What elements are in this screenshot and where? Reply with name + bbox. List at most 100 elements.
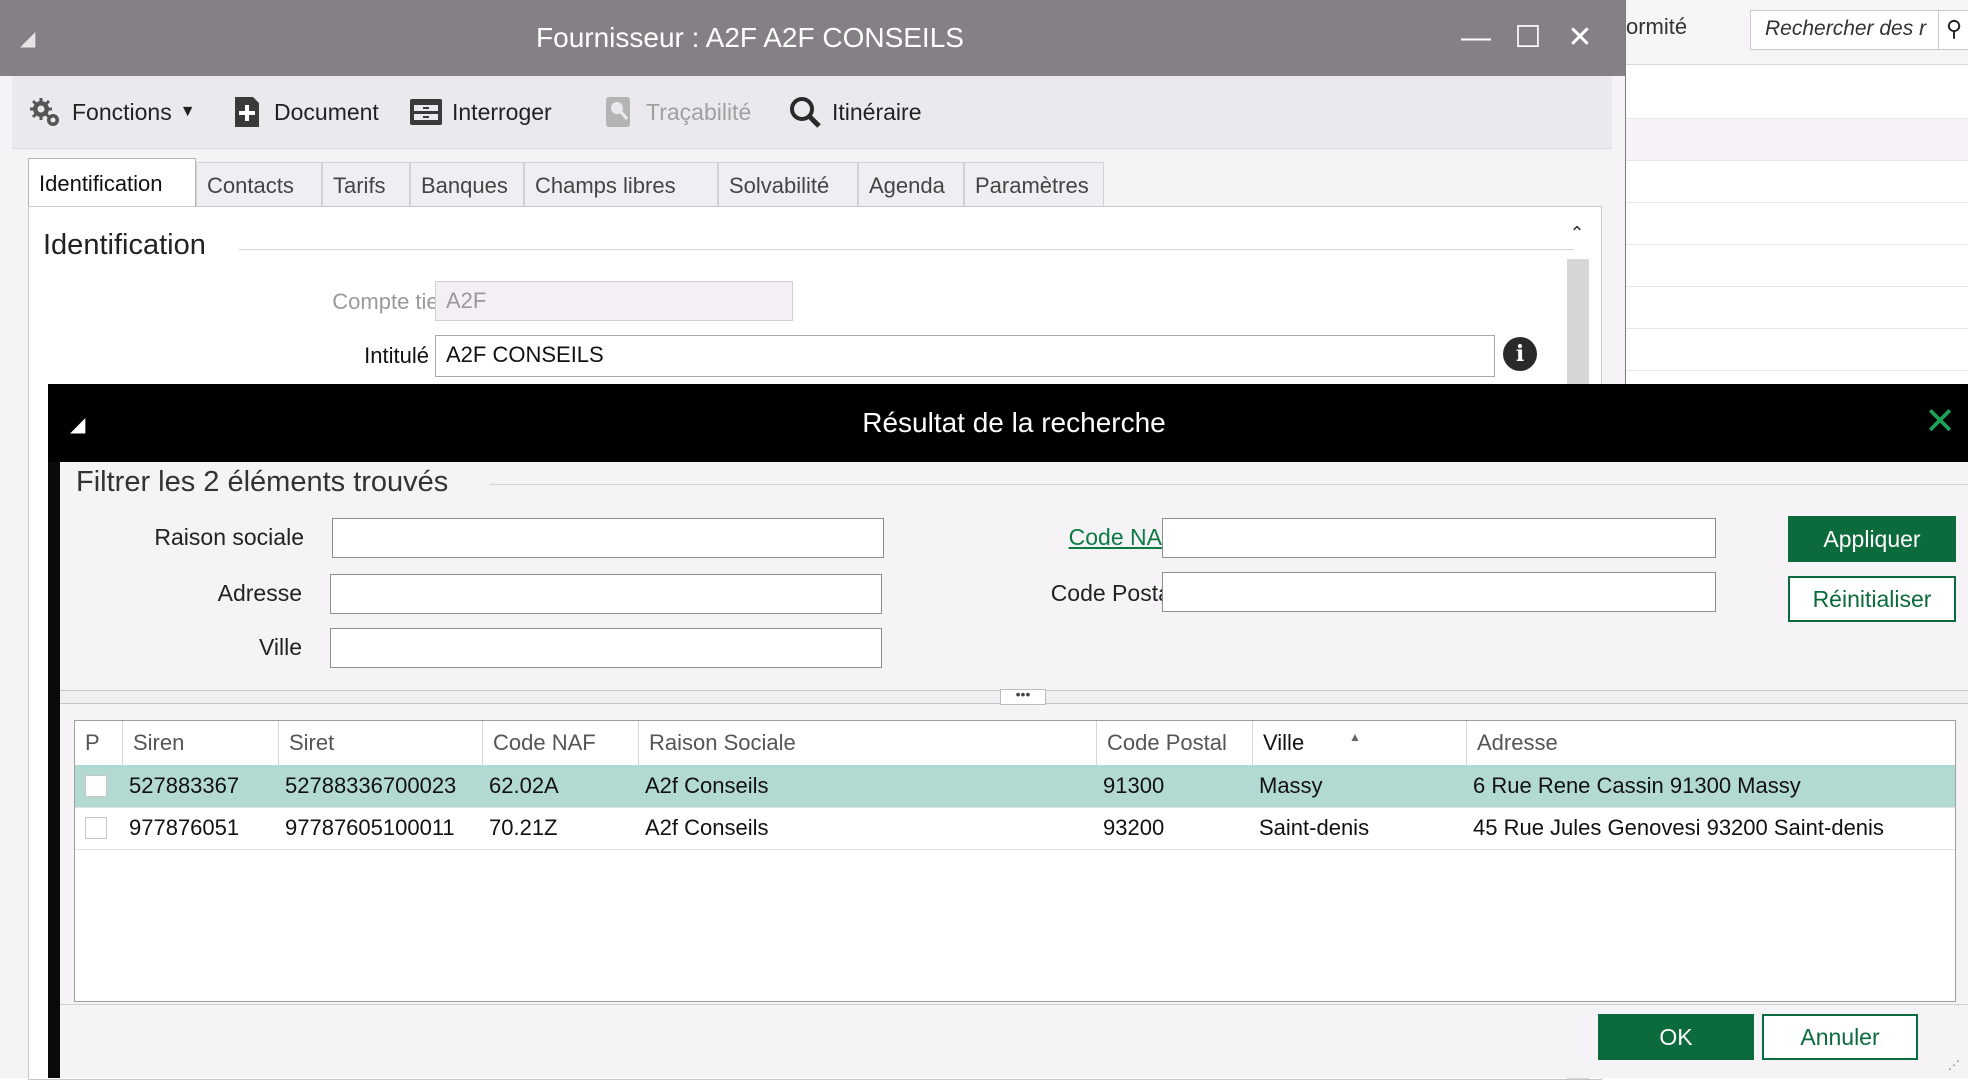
- results-grid: P Siren Siret Code NAF Raison Sociale Co…: [74, 720, 1956, 1002]
- cell-siret: 52788336700023: [285, 773, 457, 798]
- ville-input[interactable]: [330, 628, 882, 668]
- column-header-raison-sociale[interactable]: Raison Sociale: [639, 721, 1097, 765]
- panel-splitter[interactable]: •••: [60, 687, 1968, 705]
- fonctions-label: Fonctions: [72, 98, 172, 125]
- tab-agenda[interactable]: Agenda: [858, 162, 964, 206]
- sort-ascending-icon: ▲: [1349, 730, 1361, 744]
- cell-code-naf: 70.21Z: [489, 815, 558, 840]
- column-header-code-postal[interactable]: Code Postal: [1097, 721, 1253, 765]
- supplier-toolbar: Fonctions ▼ Document Interroger Traçabil…: [12, 76, 1612, 149]
- splitter-grip[interactable]: •••: [1000, 687, 1046, 705]
- row-checkbox[interactable]: [85, 775, 107, 797]
- maximize-icon[interactable]: ☐: [1504, 14, 1552, 62]
- document-label: Document: [274, 98, 379, 125]
- interroger-label: Interroger: [452, 98, 552, 125]
- ville-label: Ville: [258, 634, 302, 660]
- table-row[interactable]: 977876051 97787605100011 70.21Z A2f Cons…: [75, 807, 1955, 850]
- interroger-button[interactable]: Interroger: [408, 92, 552, 132]
- column-header-p[interactable]: P: [75, 721, 123, 765]
- column-header-siren[interactable]: Siren: [123, 721, 279, 765]
- row-checkbox[interactable]: [85, 817, 107, 839]
- background-row-line: [1620, 370, 1968, 371]
- tab-identification[interactable]: Identification: [28, 158, 196, 206]
- conformite-label[interactable]: ormité: [1626, 14, 1687, 40]
- chevron-up-icon[interactable]: ⌃: [1563, 223, 1591, 247]
- column-header-code-naf[interactable]: Code NAF: [483, 721, 639, 765]
- background-row-line: [1620, 328, 1968, 329]
- itineraire-label: Itinéraire: [832, 98, 922, 125]
- adresse-label: Adresse: [217, 580, 302, 606]
- code-postal-label: Code Postal: [1050, 580, 1176, 606]
- appliquer-button[interactable]: Appliquer: [1788, 516, 1956, 562]
- fonctions-menu-button[interactable]: Fonctions ▼: [28, 92, 196, 132]
- cell-raison-sociale: A2f Conseils: [645, 773, 769, 798]
- search-result-dialog: ◢ Résultat de la recherche ✕ Filtrer les…: [48, 384, 1968, 1078]
- close-icon[interactable]: ✕: [1556, 14, 1604, 62]
- code-naf-link[interactable]: Code NAF: [1000, 524, 1176, 551]
- background-row-line: [1620, 286, 1968, 287]
- info-icon[interactable]: i: [1503, 337, 1537, 371]
- column-header-siret[interactable]: Siret: [279, 721, 483, 765]
- intitule-field[interactable]: A2F CONSEILS: [435, 335, 1495, 377]
- grid-header: P Siren Siret Code NAF Raison Sociale Co…: [75, 721, 1955, 766]
- background-topbar: ormité Rechercher des r ⚲: [1620, 0, 1968, 65]
- raison-sociale-label: Raison sociale: [154, 524, 304, 550]
- footer-divider: [60, 1004, 1968, 1005]
- gears-icon: [28, 95, 62, 129]
- traceability-icon: [602, 95, 636, 129]
- raison-sociale-input[interactable]: [332, 518, 884, 558]
- resize-grip-icon[interactable]: ⋰: [1948, 1058, 1962, 1072]
- tab-champs-libres[interactable]: Champs libres: [524, 162, 718, 206]
- table-row[interactable]: 527883367 52788336700023 62.02A A2f Cons…: [75, 765, 1955, 808]
- document-button[interactable]: Document: [230, 92, 379, 132]
- tab-tarifs[interactable]: Tarifs: [322, 162, 410, 206]
- filter-divider: [490, 484, 1968, 485]
- background-row-line: [1620, 160, 1968, 161]
- filter-title: Filtrer les 2 éléments trouvés: [76, 466, 449, 498]
- document-add-icon: [230, 95, 264, 129]
- column-header-ville[interactable]: Ville ▲: [1253, 721, 1467, 765]
- minimize-icon[interactable]: —: [1452, 14, 1500, 62]
- cabinet-icon: [408, 95, 442, 129]
- section-divider: [239, 249, 1574, 250]
- background-row-line: [1620, 202, 1968, 203]
- cell-siret: 97787605100011: [285, 815, 455, 840]
- cell-code-postal: 91300: [1103, 773, 1165, 798]
- tab-contacts[interactable]: Contacts: [196, 162, 322, 206]
- tab-banques[interactable]: Banques: [410, 162, 524, 206]
- column-header-adresse[interactable]: Adresse: [1467, 721, 1955, 765]
- code-postal-input[interactable]: [1162, 572, 1716, 612]
- search-field[interactable]: Rechercher des r ⚲: [1750, 10, 1968, 50]
- itineraire-button[interactable]: Itinéraire: [788, 92, 921, 132]
- search-icon[interactable]: ⚲: [1938, 11, 1968, 49]
- ok-button[interactable]: OK: [1598, 1014, 1754, 1060]
- cell-siren: 977876051: [129, 815, 240, 840]
- tracabilite-label: Traçabilité: [646, 98, 752, 125]
- code-naf-input[interactable]: [1162, 518, 1716, 558]
- compte-tiers-label: Compte tiers: [332, 289, 457, 314]
- cell-siren: 527883367: [129, 773, 240, 798]
- section-title: Identification: [43, 229, 206, 261]
- reinitialiser-button[interactable]: Réinitialiser: [1788, 576, 1956, 622]
- column-header-ville-label: Ville: [1263, 730, 1305, 755]
- background-row-line: [1620, 118, 1968, 119]
- search-placeholder: Rechercher des r: [1765, 17, 1927, 40]
- dialog-titlebar[interactable]: ◢ Résultat de la recherche ✕: [48, 384, 1968, 462]
- intitule-label: Intitulé: [364, 343, 429, 368]
- cell-adresse: 45 Rue Jules Genovesi 93200 Saint-denis: [1473, 815, 1884, 840]
- tab-solvabilite[interactable]: Solvabilité: [718, 162, 858, 206]
- adresse-input[interactable]: [330, 574, 882, 614]
- cell-code-postal: 93200: [1103, 815, 1165, 840]
- cell-ville: Massy: [1259, 773, 1323, 798]
- cell-code-naf: 62.02A: [489, 773, 559, 798]
- cell-raison-sociale: A2f Conseils: [645, 815, 769, 840]
- dialog-title: Résultat de la recherche: [862, 407, 1166, 438]
- supplier-window-titlebar[interactable]: ◢ Fournisseur : A2F A2F CONSEILS — ☐ ✕: [0, 0, 1625, 76]
- tab-parametres[interactable]: Paramètres: [964, 162, 1104, 206]
- tracabilite-button[interactable]: Traçabilité: [602, 92, 751, 132]
- close-icon[interactable]: ✕: [1916, 398, 1964, 446]
- annuler-button[interactable]: Annuler: [1762, 1014, 1918, 1060]
- background-row-line: [1620, 244, 1968, 245]
- cell-adresse: 6 Rue Rene Cassin 91300 Massy: [1473, 773, 1801, 798]
- chevron-down-icon: ▼: [179, 103, 196, 120]
